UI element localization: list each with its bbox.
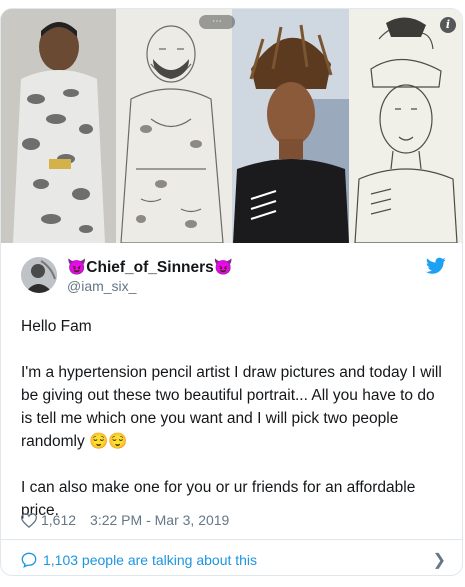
info-icon[interactable]: i — [440, 17, 456, 33]
display-name[interactable]: 😈Chief_of_Sinners😈 — [67, 258, 233, 277]
handle[interactable]: @iam_six_ — [67, 278, 136, 294]
tweet-media[interactable]: ⋯ i — [1, 9, 462, 243]
tweet-paragraph: I'm a hypertension pencil artist I draw … — [21, 364, 442, 450]
timestamp[interactable]: 3:22 PM - Mar 3, 2019 — [90, 512, 229, 528]
talking-label: 1,103 people are talking about this — [43, 552, 258, 568]
like-count[interactable]: 1,612 — [41, 512, 76, 528]
chevron-right-icon[interactable]: ❯ — [433, 550, 446, 570]
tweet-meta: 1,612 3:22 PM - Mar 3, 2019 — [21, 509, 229, 531]
heart-icon[interactable] — [21, 512, 37, 528]
twitter-bird-icon[interactable] — [426, 257, 446, 275]
tweet-text: Hello Fam I'm a hypertension pencil arti… — [21, 315, 446, 522]
tweet-header: 😈Chief_of_Sinners😈 @iam_six_ — [21, 257, 446, 297]
avatar-image — [21, 257, 57, 293]
avatar[interactable] — [21, 257, 57, 293]
comment-icon — [21, 552, 37, 568]
media-tag: ⋯ — [199, 15, 235, 29]
panel-photo-man-camo — [1, 9, 116, 243]
panel-photo-young-man — [232, 9, 349, 243]
panel-drawing-man-camo — [116, 9, 232, 243]
talking-about-link[interactable]: 1,103 people are talking about this ❯ — [21, 546, 446, 574]
tweet-card: ⋯ i 😈Chief_of_Sinners😈 @iam_six_ Hello F… — [0, 8, 463, 576]
divider — [1, 539, 462, 540]
tweet-paragraph: Hello Fam — [21, 318, 92, 335]
panel-drawing-young-man — [349, 9, 462, 243]
media-collage — [1, 9, 462, 243]
